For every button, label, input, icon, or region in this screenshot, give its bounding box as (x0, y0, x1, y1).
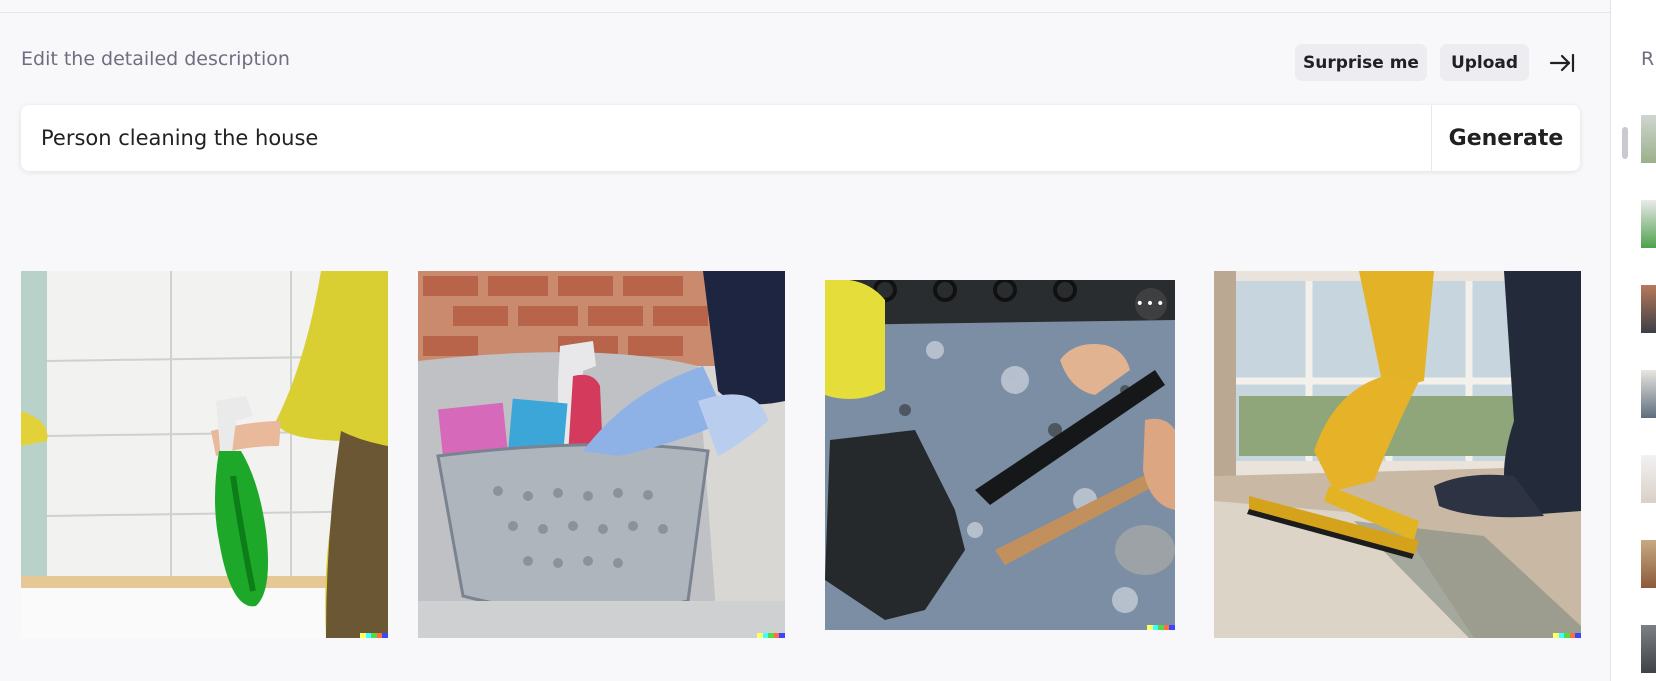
prompt-input[interactable] (41, 105, 1421, 171)
result-image-2[interactable] (418, 271, 785, 638)
history-thumbnail[interactable] (1641, 200, 1656, 248)
upload-button[interactable]: Upload (1440, 44, 1529, 81)
spray-bottle-image (21, 271, 388, 638)
history-thumbnail[interactable] (1641, 540, 1656, 588)
generate-button[interactable]: Generate (1432, 105, 1580, 171)
history-scrollbar[interactable] (1622, 127, 1628, 159)
history-thumbnail[interactable] (1641, 625, 1656, 673)
result-image-1[interactable] (21, 271, 388, 638)
more-options-icon[interactable]: ••• (1135, 288, 1167, 320)
watermark-stamp (1553, 633, 1581, 638)
result-image-4[interactable] (1214, 271, 1581, 638)
watermark-stamp (757, 633, 785, 638)
result-image-3[interactable]: ••• (825, 280, 1175, 630)
history-thumbnail[interactable] (1641, 455, 1656, 503)
surprise-me-button[interactable]: Surprise me (1295, 44, 1427, 81)
watermark-stamp (1147, 625, 1175, 630)
editor-label: Edit the detailed description (21, 48, 290, 70)
mopping-floor-image (825, 280, 1175, 630)
squeegee-floor-image (1214, 271, 1581, 638)
cleaning-basket-image (418, 271, 785, 638)
history-thumbnail[interactable] (1641, 115, 1656, 163)
watermark-stamp (360, 633, 388, 638)
history-panel-label: R (1641, 48, 1655, 70)
collapse-panel-icon[interactable] (1548, 50, 1576, 76)
prompt-box: Generate (21, 105, 1580, 171)
history-thumbnail[interactable] (1641, 370, 1656, 418)
history-thumbnail[interactable] (1641, 285, 1656, 333)
top-border (0, 12, 1610, 13)
